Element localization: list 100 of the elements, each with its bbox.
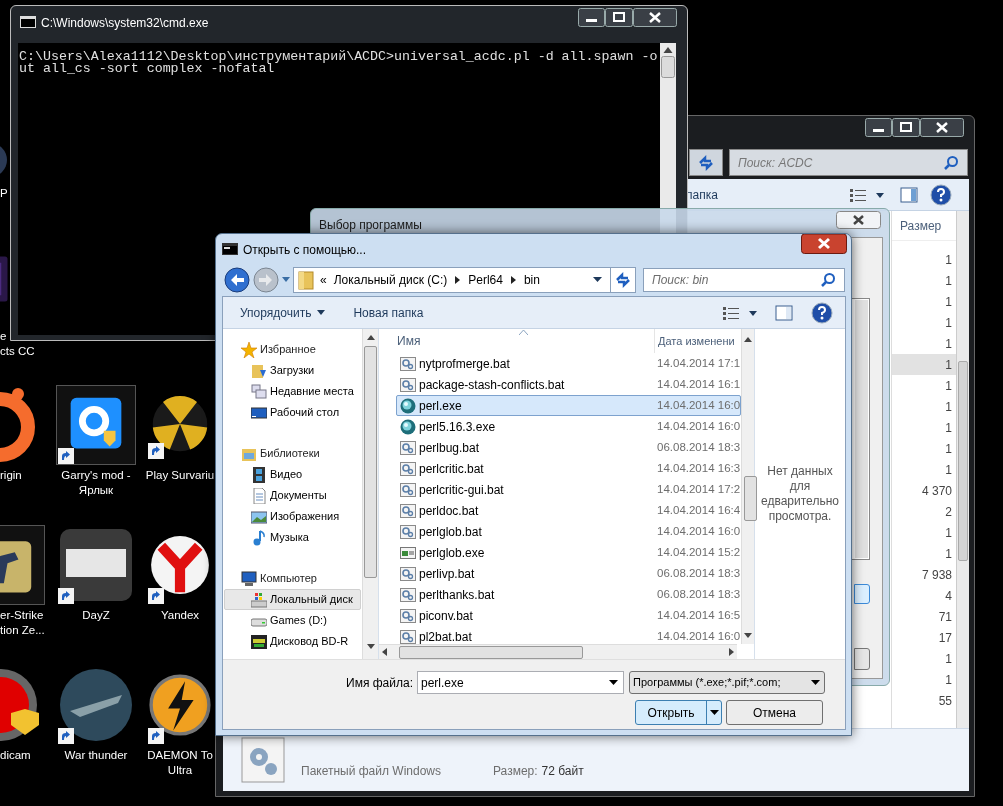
column-header[interactable]: Имя bbox=[379, 329, 655, 353]
nav-item[interactable]: Избранное bbox=[224, 339, 361, 360]
address-bar[interactable]: « Локальный диск (C:) Perl64 bin bbox=[293, 267, 636, 293]
breadcrumb-item[interactable]: « bbox=[320, 271, 327, 289]
back-button[interactable] bbox=[224, 267, 250, 293]
file-name: perl.exe bbox=[419, 397, 462, 415]
column-header[interactable]: Дата изменени bbox=[655, 329, 742, 353]
nav-item[interactable]: Музыка bbox=[224, 527, 361, 548]
scrollbar[interactable] bbox=[741, 329, 754, 644]
scrollbar-thumb[interactable] bbox=[364, 346, 377, 578]
preview-pane-icon[interactable] bbox=[900, 186, 918, 203]
file-name: piconv.bat bbox=[419, 607, 473, 625]
script-file-icon bbox=[400, 439, 416, 456]
nav-item[interactable]: Компьютер bbox=[224, 568, 361, 589]
desktop-icon-label[interactable]: Yandex bbox=[160, 608, 200, 623]
breadcrumb-item[interactable]: Perl64 bbox=[468, 271, 503, 289]
file-row[interactable]: perldoc.bat 14.04.2014 16:4 bbox=[396, 500, 742, 521]
scroll-right-icon[interactable] bbox=[729, 648, 734, 656]
app-tile-icon[interactable] bbox=[56, 385, 136, 465]
search-field[interactable]: Поиск: bin bbox=[643, 268, 845, 292]
file-row[interactable]: perl.exe 14.04.2014 16:0 bbox=[396, 395, 742, 416]
desktop-icon-label[interactable]: Play Survariu bbox=[145, 468, 215, 483]
desktop-icon-label[interactable]: DayZ bbox=[82, 608, 110, 623]
nav-item[interactable]: Видео bbox=[224, 464, 361, 485]
maximize-button[interactable] bbox=[892, 118, 920, 137]
browse-button[interactable] bbox=[854, 648, 870, 670]
new-folder-button[interactable]: Новая папка bbox=[343, 303, 434, 322]
nav-item[interactable]: Загрузки bbox=[224, 360, 361, 381]
search-icon[interactable] bbox=[943, 154, 959, 171]
help-icon[interactable] bbox=[811, 301, 833, 324]
file-row[interactable]: piconv.bat 14.04.2014 16:5 bbox=[396, 605, 742, 626]
scrollbar-thumb[interactable] bbox=[399, 645, 583, 659]
console-icon bbox=[222, 243, 238, 255]
minimize-button[interactable] bbox=[865, 118, 892, 137]
desktop-icon-label[interactable]: Ярлык bbox=[78, 483, 114, 498]
desktop-icon-label[interactable]: dicam bbox=[0, 748, 31, 763]
file-row[interactable]: nytprofmerge.bat 14.04.2014 17:1 bbox=[396, 353, 742, 374]
organize-button[interactable]: Упорядочить bbox=[233, 300, 333, 325]
chevron-right-icon[interactable] bbox=[455, 276, 461, 284]
desktop-icon-label[interactable]: rigin bbox=[0, 468, 22, 483]
desktop-icon-label[interactable]: cts CC bbox=[0, 344, 35, 359]
file-row[interactable]: perlcritic-gui.bat 14.04.2014 17:2 bbox=[396, 479, 742, 500]
nav-item[interactable]: Недавние места bbox=[224, 381, 361, 402]
file-row[interactable]: package-stash-conflicts.bat 14.04.2014 16:1 bbox=[396, 374, 742, 395]
desktop-icon-label[interactable]: P bbox=[0, 186, 8, 201]
combo-box[interactable] bbox=[854, 584, 870, 604]
file-row[interactable]: perlglob.exe 14.04.2014 15:2 bbox=[396, 542, 742, 563]
desktop-icon-label[interactable]: Ultra bbox=[167, 763, 193, 778]
scrollbar[interactable] bbox=[379, 644, 737, 659]
maximize-button[interactable] bbox=[605, 8, 633, 27]
scroll-down-icon[interactable] bbox=[366, 644, 375, 649]
file-row[interactable]: perlcritic.bat 14.04.2014 16:3 bbox=[396, 458, 742, 479]
breadcrumb-item[interactable]: bin bbox=[523, 271, 540, 289]
close-button[interactable] bbox=[836, 211, 881, 229]
minimize-button[interactable] bbox=[578, 8, 605, 27]
nav-label: Видео bbox=[270, 467, 303, 483]
open-button[interactable]: Открыть bbox=[635, 700, 722, 725]
scroll-left-icon[interactable] bbox=[382, 648, 387, 656]
desktop-icon-label[interactable]: DAEMON To bbox=[147, 748, 213, 763]
file-row[interactable]: perlbug.bat 06.08.2014 18:3 bbox=[396, 437, 742, 458]
caret-icon[interactable] bbox=[709, 710, 719, 715]
nav-item[interactable]: Дисковод BD-R bbox=[224, 631, 361, 652]
scrollbar[interactable] bbox=[956, 211, 969, 728]
search-placeholder: Поиск: ACDC bbox=[738, 154, 814, 172]
file-type-dropdown[interactable]: Программы (*.exe;*.pif;*.com; bbox=[629, 671, 825, 694]
close-button[interactable] bbox=[920, 118, 964, 137]
desktop-icon-label[interactable]: Garry's mod - bbox=[61, 468, 131, 483]
scrollbar-thumb[interactable] bbox=[744, 476, 758, 521]
file-row[interactable]: perl5.16.3.exe 14.04.2014 16:0 bbox=[396, 416, 742, 437]
nav-item[interactable]: Рабочий стол bbox=[224, 402, 361, 423]
close-button[interactable] bbox=[801, 234, 847, 254]
file-row[interactable]: perlglob.bat 14.04.2014 16:0 bbox=[396, 521, 742, 542]
nav-item[interactable]: Локальный диск bbox=[224, 589, 361, 610]
nav-item[interactable]: Документы bbox=[224, 485, 361, 506]
file-row[interactable]: perlthanks.bat 06.08.2014 18:3 bbox=[396, 584, 742, 605]
refresh-button[interactable] bbox=[689, 149, 723, 176]
dropdown-arrow-icon[interactable] bbox=[593, 277, 602, 283]
help-icon[interactable] bbox=[930, 183, 952, 206]
nav-item[interactable]: Изображения bbox=[224, 506, 361, 527]
search-icon[interactable] bbox=[820, 272, 836, 288]
desktop-icon-label[interactable]: e bbox=[0, 329, 7, 344]
breadcrumb-item[interactable]: Локальный диск (C:) bbox=[333, 271, 448, 289]
scroll-up-icon[interactable] bbox=[744, 337, 753, 342]
file-row[interactable]: pl2bat.bat 14.04.2014 16:0 bbox=[396, 626, 742, 647]
file-row[interactable]: perlivp.bat 06.08.2014 18:3 bbox=[396, 563, 742, 584]
filename-field[interactable]: perl.exe bbox=[417, 671, 624, 694]
scrollbar[interactable] bbox=[855, 300, 868, 558]
desktop-icon-label[interactable]: er-Strike bbox=[0, 608, 44, 623]
scrollbar[interactable] bbox=[362, 329, 378, 659]
desktop-icon-label[interactable]: War thunder bbox=[64, 748, 128, 763]
chevron-right-icon[interactable] bbox=[510, 276, 516, 284]
close-button[interactable] bbox=[633, 8, 677, 27]
nav-item[interactable]: Библиотеки bbox=[224, 443, 361, 464]
cancel-button[interactable]: Отмена bbox=[726, 700, 823, 725]
file-name: perldoc.bat bbox=[419, 502, 479, 520]
desktop-icon-label[interactable]: tion Ze... bbox=[0, 623, 45, 638]
nav-item[interactable]: Games (D:) bbox=[224, 610, 361, 631]
scroll-down-icon[interactable] bbox=[744, 633, 753, 638]
table-cell-text: 1 bbox=[944, 398, 953, 416]
field-value: perl.exe bbox=[421, 674, 465, 692]
